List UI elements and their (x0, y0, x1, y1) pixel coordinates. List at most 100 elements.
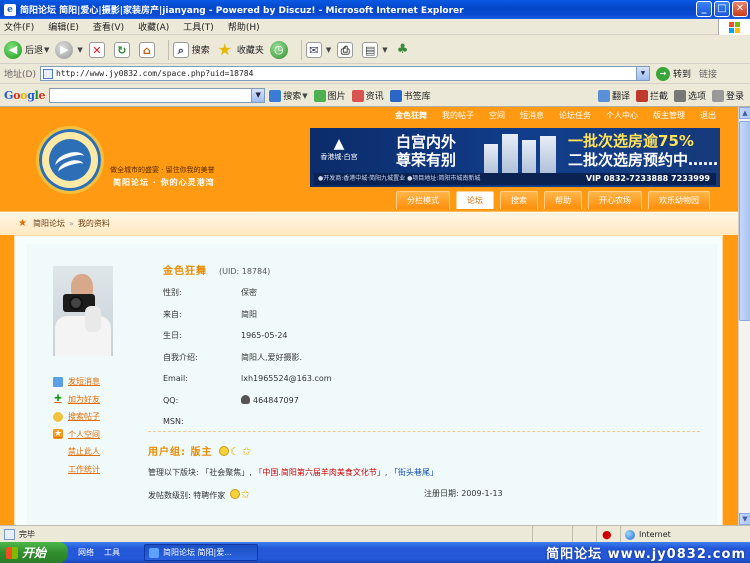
news-icon (351, 89, 364, 102)
google-search-input[interactable]: ▼ (49, 88, 266, 103)
quicklaunch-tools[interactable]: 工具 (104, 547, 120, 558)
messenger-button[interactable]: ♣ (394, 41, 415, 59)
nav-username[interactable]: 金色狂舞 (395, 110, 427, 121)
tab-search[interactable]: 搜索 (500, 191, 538, 209)
profile-name: 金色狂舞 (163, 266, 207, 277)
favorites-button[interactable]: ★ 收藏夹 (216, 40, 264, 59)
menu-tools[interactable]: 工具(T) (183, 20, 214, 33)
forum-link-festival[interactable]: 「中国.简阳第六届羊肉美食文化节」 (254, 468, 385, 477)
page-done-icon (4, 528, 15, 540)
ban-user-link[interactable]: 禁止此人 (53, 443, 100, 461)
moon-icon: ☾ (229, 445, 241, 458)
nav-my-posts[interactable]: 我的帖子 (442, 110, 474, 121)
address-input[interactable]: http://www.jy0832.com/space.php?uid=1878… (39, 66, 650, 81)
stop-button[interactable]: ✕ (88, 41, 108, 58)
moderated-forums: 管理以下版块: 「社会聚焦」, 「中国.简阳第六届羊肉美食文化节」, 「街头巷尾… (148, 468, 438, 477)
tab-farm[interactable]: 开心农场 (588, 191, 642, 209)
taskbar-ie-window[interactable]: 简阳论坛 简阳|爱... (144, 544, 258, 561)
forum-link-streets[interactable]: 「街头巷尾」 (390, 468, 438, 477)
menu-edit[interactable]: 编辑(E) (48, 20, 79, 33)
smiley-icon (229, 489, 240, 499)
google-options-button[interactable]: 选项 (673, 89, 706, 102)
speech-bubble-icon (53, 411, 63, 422)
search-icon: ⌕ (172, 41, 189, 58)
address-url: http://www.jy0832.com/space.php?uid=1878… (55, 69, 254, 78)
google-dropdown-button[interactable]: ▼ (251, 89, 265, 102)
history-button[interactable]: ◷ (269, 40, 291, 59)
links-button[interactable]: 链接 (699, 67, 717, 80)
home-star-icon: ★ (18, 218, 27, 229)
google-bookmarks-button[interactable]: 书签库 (389, 89, 431, 102)
breadcrumb-forum[interactable]: 简阳论坛 (33, 218, 65, 229)
nav-user-center[interactable]: 个人中心 (606, 110, 638, 121)
quicklaunch-network[interactable]: 网络 (78, 547, 94, 558)
google-popup-block-button[interactable]: 拦截 (635, 89, 668, 102)
tab-zoo[interactable]: 欢乐幼物园 (648, 191, 710, 209)
menu-view[interactable]: 查看(V) (93, 20, 124, 33)
river-logo-icon (49, 139, 91, 181)
refresh-button[interactable]: ↻ (113, 41, 133, 58)
scroll-down-button[interactable]: ▼ (739, 513, 750, 525)
google-translate-button[interactable]: 翻译 (597, 89, 630, 102)
minimize-button[interactable]: _ (696, 1, 712, 17)
menu-favorites[interactable]: 收藏(A) (138, 20, 169, 33)
tab-columns[interactable]: 分栏模式 (396, 191, 450, 209)
profile-row-bio: 自我介绍: 简阳人,爱好摄影. (163, 352, 303, 362)
forum-link-society[interactable]: 「社会聚焦」 (201, 468, 249, 477)
banner-title: 白宫内外 尊荣有别 (396, 133, 457, 169)
translate-icon (597, 89, 610, 102)
google-images-button[interactable]: 图片 (313, 89, 346, 102)
work-stats-link[interactable]: 工作统计 (53, 461, 100, 479)
page-viewport: 金色狂舞 我的帖子 空间 短消息 论坛任务 个人中心 版主管理 退出 做全城市的… (0, 107, 738, 525)
print-button[interactable]: ⎙ (337, 41, 356, 58)
windows-logo-icon (718, 19, 750, 35)
nav-space[interactable]: 空间 (489, 110, 505, 121)
menu-file[interactable]: 文件(F) (4, 20, 34, 33)
forward-button[interactable]: ▶ ▼ (55, 40, 83, 59)
google-signin-button[interactable]: 登录 (711, 89, 744, 102)
send-message-link[interactable]: 发短消息 (53, 373, 100, 391)
close-button[interactable]: ✕ (732, 1, 748, 17)
add-friend-link[interactable]: ✚ 加为好友 (53, 391, 100, 409)
scroll-thumb[interactable] (739, 121, 750, 321)
site-tagline: 简阳论坛 · 你的心灵港湾 (113, 178, 215, 187)
google-news-button[interactable]: 资讯 (351, 89, 384, 102)
breadcrumb: ★ 简阳论坛 » 我的资料 (0, 211, 738, 235)
site-logo[interactable] (36, 126, 104, 194)
scroll-up-button[interactable]: ▲ (739, 107, 750, 119)
start-button[interactable]: 开始 (0, 542, 68, 563)
home-button[interactable]: ⌂ (138, 41, 158, 58)
watermark: 简阳论坛 www.jy0832.com (546, 547, 746, 562)
internet-zone-icon (625, 529, 635, 540)
search-posts-link[interactable]: 搜索帖子 (53, 408, 100, 426)
personal-space-link[interactable]: ★ 个人空间 (53, 426, 100, 444)
messenger-icon: ♣ (396, 41, 409, 57)
ad-banner[interactable]: 香港城·白宫 白宫内外 尊荣有别 一批次选房逾75% 二批次选房预约中…… ●开… (310, 128, 720, 187)
tab-forum[interactable]: 论坛 (456, 191, 494, 209)
search-button[interactable]: ⌕ 搜索 (172, 41, 210, 58)
go-button[interactable]: → 转到 (655, 66, 691, 81)
vertical-scrollbar[interactable]: ▲ ▼ (738, 107, 750, 525)
nav-moderation[interactable]: 版主管理 (653, 110, 685, 121)
divider (148, 431, 700, 432)
history-icon: ◷ (269, 40, 288, 59)
mail-button[interactable]: ✉ ▼ (305, 41, 331, 58)
profile-uid: (UID: 18784) (219, 267, 271, 276)
edit-button[interactable]: ▤ ▼ (362, 41, 388, 58)
nav-tasks[interactable]: 论坛任务 (559, 110, 591, 121)
menu-help[interactable]: 帮助(H) (228, 20, 260, 33)
maximize-button[interactable]: □ (714, 1, 730, 17)
profile-row-birthday: 生日: 1965-05-24 (163, 331, 288, 341)
address-dropdown-button[interactable]: ▼ (635, 67, 649, 80)
google-search-button[interactable]: 搜索 ▼ (269, 89, 308, 102)
google-logo[interactable]: Google (4, 89, 45, 102)
profile-panel: 发短消息 ✚ 加为好友 搜索帖子 ★ 个人空间 禁止此人 工作统计 金色狂舞 (UI… (14, 235, 723, 525)
tab-help[interactable]: 帮助 (544, 191, 582, 209)
edit-icon: ▤ (362, 41, 379, 58)
translate-label: 翻译 (611, 92, 630, 102)
bookmarks-icon (389, 89, 402, 102)
nav-logout[interactable]: 退出 (700, 110, 716, 121)
nav-messages[interactable]: 短消息 (520, 110, 544, 121)
ie-icon: e (4, 3, 16, 16)
back-button[interactable]: ◀ 后退 ▼ (4, 40, 49, 59)
